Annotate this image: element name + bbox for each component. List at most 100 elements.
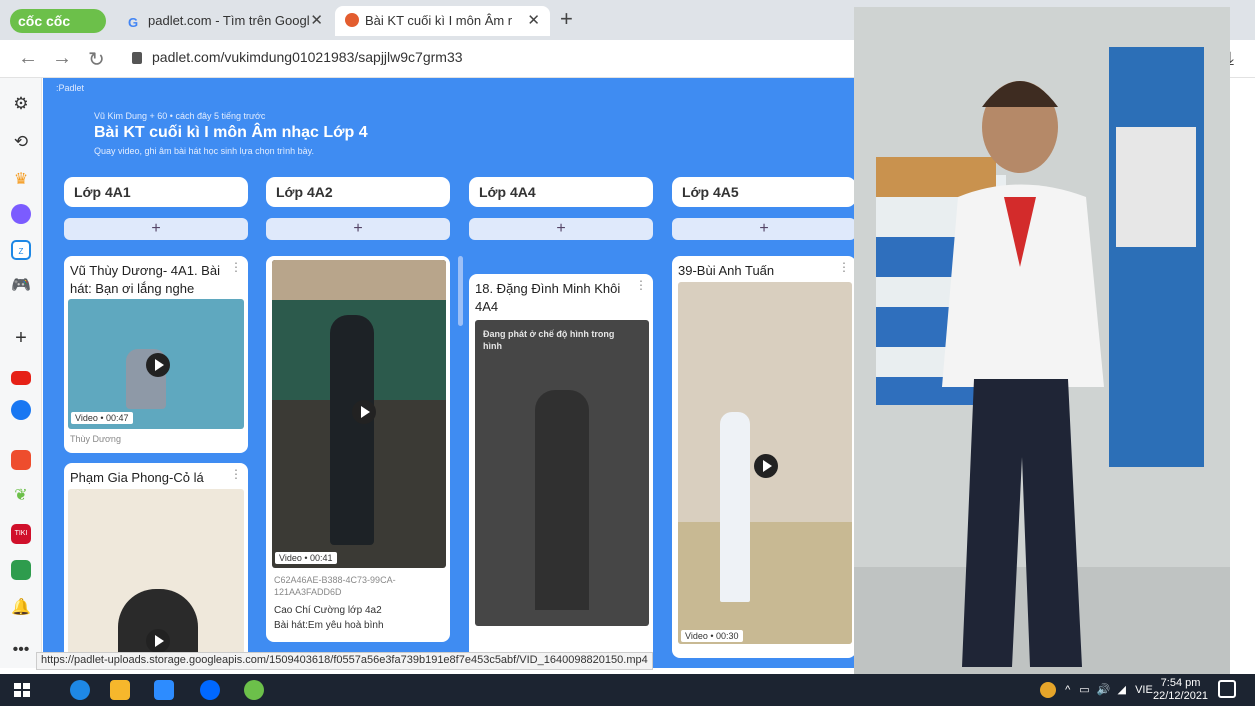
shopee-icon[interactable] bbox=[11, 450, 31, 470]
column-header: Lớp 4A2 bbox=[266, 177, 450, 207]
history-icon[interactable]: ⟲ bbox=[11, 132, 31, 152]
padlet-favicon bbox=[345, 13, 359, 27]
board-author: Vũ Kim Dung + 60 • cách đây 5 tiếng trướ… bbox=[94, 111, 266, 121]
back-icon[interactable]: ← bbox=[18, 47, 38, 70]
wifi-icon[interactable]: ◢ bbox=[1118, 684, 1126, 696]
kebab-icon[interactable]: ⋮ bbox=[635, 278, 647, 292]
lock-icon bbox=[132, 52, 142, 64]
pip-video-window[interactable] bbox=[854, 7, 1230, 674]
aquarium-top bbox=[272, 260, 446, 300]
browser-sidebar: ⚙ ⟲ ♛ Z 🎮 + ❦ TIKI 🔔 ••• bbox=[0, 78, 42, 668]
post-body-line: Bài hát:Em yêu hoà bình bbox=[274, 620, 384, 631]
forward-icon[interactable]: → bbox=[52, 47, 72, 70]
post-card[interactable]: Phạm Gia Phong-Cỏ lá ⋮ bbox=[64, 463, 248, 668]
post-card[interactable]: 39-Bùi Anh Tuấn ⋮ Video • 00:30 bbox=[672, 256, 855, 658]
pip-message: Đang phát ở chế độ hình trong hình bbox=[483, 329, 615, 351]
padlet-board: :Padlet Vũ Kim Dung + 60 • cách đây 5 ti… bbox=[43, 78, 855, 668]
tiki-icon[interactable]: TIKI bbox=[11, 524, 31, 544]
coccoc-taskbar-icon[interactable] bbox=[244, 680, 264, 700]
status-url-tooltip: https://padlet-uploads.storage.googleapi… bbox=[36, 652, 653, 670]
battery-icon[interactable]: ▭ bbox=[1079, 684, 1089, 696]
post-title: 39-Bùi Anh Tuấn bbox=[678, 263, 775, 278]
game-icon[interactable]: 🎮 bbox=[11, 276, 31, 296]
post-body-line: Cao Chí Cường lớp 4a2 bbox=[274, 605, 382, 616]
column-scrollbar[interactable] bbox=[458, 256, 463, 326]
tab-google-search[interactable]: Gpadlet.com - Tìm trên Googl ✕ bbox=[118, 6, 333, 36]
close-icon[interactable]: ✕ bbox=[527, 6, 540, 36]
clock-time: 7:54 pm bbox=[1160, 677, 1201, 689]
video-duration: Video • 00:41 bbox=[275, 552, 337, 564]
blurred-figure bbox=[535, 390, 589, 610]
video-thumbnail[interactable]: Video • 00:30 bbox=[678, 282, 852, 644]
post-card[interactable]: ⋮ Video • 00:41 C62A46AE-B388-4C73-99CA-… bbox=[266, 256, 450, 642]
column-header: Lớp 4A4 bbox=[469, 177, 653, 207]
clock-date: 22/12/2021 bbox=[1153, 690, 1209, 702]
start-icon[interactable] bbox=[12, 680, 32, 700]
more-icon[interactable]: ••• bbox=[11, 640, 31, 660]
kebab-icon[interactable]: ⋮ bbox=[230, 260, 242, 274]
padlet-logo[interactable]: :Padlet bbox=[56, 83, 84, 93]
tab-title: Bài KT cuối kì I môn Âm r bbox=[365, 13, 513, 28]
post-card[interactable]: 18. Đặng Đình Minh Khôi 4A4 ⋮ Đang phát … bbox=[469, 274, 653, 668]
new-tab-button[interactable]: + bbox=[560, 6, 573, 32]
post-title: Vũ Thùy Dương- 4A1. Bài hát: Bạn ơi lắng… bbox=[70, 263, 220, 296]
child-figure bbox=[720, 412, 750, 602]
file-explorer-icon[interactable] bbox=[110, 680, 130, 700]
settings-icon[interactable]: ⚙ bbox=[11, 94, 31, 114]
browser-logo[interactable]: cốc cốc bbox=[10, 9, 106, 33]
messenger-icon[interactable] bbox=[11, 204, 31, 224]
column-4a5: Lớp 4A5 + bbox=[672, 177, 855, 240]
board-title: Bài KT cuối kì I môn Âm nhạc Lớp 4 bbox=[94, 124, 368, 141]
reload-icon[interactable]: ↻ bbox=[88, 47, 105, 72]
column-header: Lớp 4A1 bbox=[64, 177, 248, 207]
crown-icon[interactable]: ♛ bbox=[11, 170, 31, 190]
add-post-button[interactable]: + bbox=[266, 218, 450, 240]
add-post-button[interactable]: + bbox=[64, 218, 248, 240]
add-post-button[interactable]: + bbox=[672, 218, 855, 240]
edge-icon[interactable] bbox=[70, 680, 90, 700]
add-post-button[interactable]: + bbox=[469, 218, 653, 240]
child-figure bbox=[330, 315, 374, 545]
help-icon[interactable] bbox=[1040, 682, 1056, 698]
tab-padlet[interactable]: Bài KT cuối kì I môn Âm r ✕ bbox=[335, 6, 550, 36]
zalo-icon[interactable]: Z bbox=[11, 240, 31, 260]
system-tray[interactable]: ^ ▭ 🔊 ◢ VIE bbox=[1040, 682, 1153, 698]
sheet-icon[interactable] bbox=[11, 560, 31, 580]
post-title: Phạm Gia Phong-Cỏ lá bbox=[70, 470, 204, 485]
kebab-icon[interactable]: ⋮ bbox=[838, 260, 850, 274]
bell-icon[interactable]: 🔔 bbox=[11, 598, 31, 618]
windows-taskbar: ^ ▭ 🔊 ◢ VIE 7:54 pm 22/12/2021 bbox=[0, 674, 1255, 706]
play-icon[interactable] bbox=[754, 454, 778, 478]
facebook-icon[interactable] bbox=[11, 400, 31, 420]
play-icon[interactable] bbox=[146, 353, 170, 377]
play-icon[interactable] bbox=[146, 629, 170, 653]
youtube-icon[interactable] bbox=[11, 371, 31, 385]
notification-icon[interactable] bbox=[1218, 680, 1236, 698]
tab-title: padlet.com - Tìm trên Googl bbox=[148, 13, 310, 28]
add-icon[interactable]: + bbox=[11, 328, 31, 348]
video-filename: C62A46AE-B388-4C73-99CA-121AA3FADD6D bbox=[274, 575, 396, 597]
floor-mat bbox=[678, 522, 852, 644]
language-indicator[interactable]: VIE bbox=[1135, 684, 1153, 696]
video-thumbnail[interactable]: Video • 00:47 bbox=[68, 299, 244, 429]
column-4a4: Lớp 4A4 + bbox=[469, 177, 653, 240]
video-duration: Video • 00:30 bbox=[681, 630, 743, 642]
volume-icon[interactable]: 🔊 bbox=[1097, 684, 1111, 696]
pip-placeholder[interactable]: Đang phát ở chế độ hình trong hình bbox=[475, 320, 649, 626]
kebab-icon[interactable]: ⋮ bbox=[230, 467, 242, 481]
post-card[interactable]: Vũ Thùy Dương- 4A1. Bài hát: Bạn ơi lắng… bbox=[64, 256, 248, 453]
video-thumbnail[interactable] bbox=[68, 489, 244, 668]
chevron-up-icon[interactable]: ^ bbox=[1065, 684, 1070, 696]
close-icon[interactable]: ✕ bbox=[310, 6, 323, 36]
zalo-taskbar-icon[interactable] bbox=[200, 680, 220, 700]
clock[interactable]: 7:54 pm 22/12/2021 bbox=[1153, 677, 1208, 703]
address-bar[interactable]: padlet.com/vukimdung01021983/sapjjlw9c7g… bbox=[152, 49, 463, 65]
column-4a2: Lớp 4A2 + bbox=[266, 177, 450, 240]
leaf-icon[interactable]: ❦ bbox=[11, 486, 31, 506]
video-duration: Video • 00:47 bbox=[71, 412, 133, 424]
play-icon[interactable] bbox=[352, 400, 376, 424]
zoom-icon[interactable] bbox=[154, 680, 174, 700]
video-thumbnail[interactable]: Video • 00:41 bbox=[272, 260, 446, 568]
google-icon: G bbox=[128, 15, 139, 30]
post-author: Thùy Dương bbox=[70, 434, 121, 444]
